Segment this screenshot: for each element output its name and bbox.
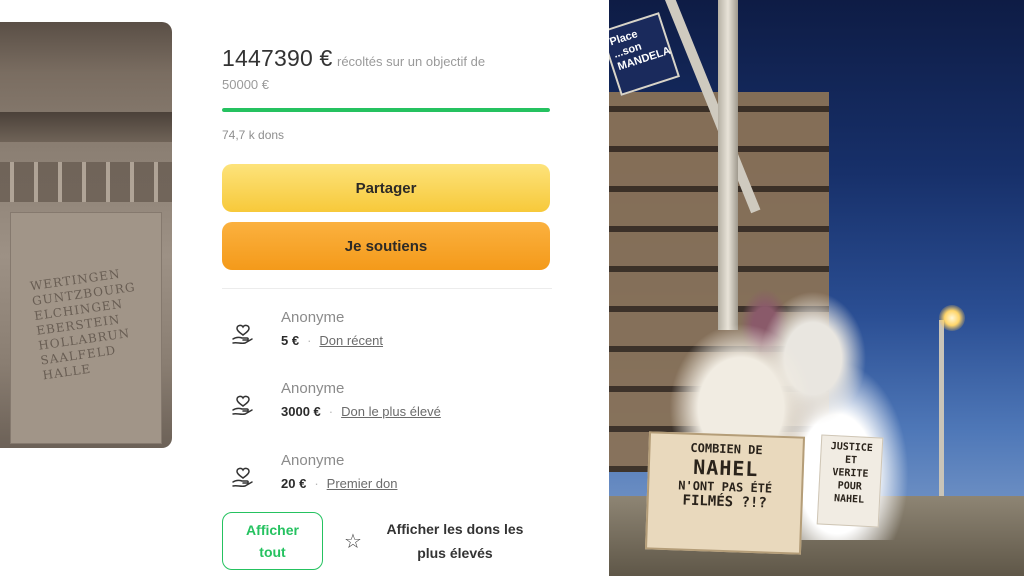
donors-count: 74,7 k dons <box>222 128 285 142</box>
show-all-button[interactable]: Afficher tout <box>222 512 323 570</box>
share-button[interactable]: Partager <box>222 164 550 212</box>
heart-hand-icon <box>232 395 253 416</box>
monument-frieze <box>0 162 172 202</box>
donor-name: Anonyme <box>281 380 345 397</box>
donation-tag-link[interactable]: Don le plus élevé <box>341 404 441 419</box>
donation-meta: 20 € · Premier don <box>281 476 397 491</box>
divider <box>222 288 552 289</box>
progress-bar <box>222 108 550 112</box>
separator-dot: · <box>328 404 334 419</box>
heart-hand-icon <box>232 324 253 345</box>
show-all-label: Afficher tout <box>246 519 299 563</box>
amount-summary: 1447390 € récoltés sur un objectif de <box>222 45 542 72</box>
separator-dot: · <box>307 333 312 348</box>
street-sign: Place ...son MANDELA <box>609 12 680 96</box>
protest-sign-small: JUSTICE ET VERITE POUR NAHEL <box>816 434 884 528</box>
donation-meta: 5 € · Don récent <box>281 333 383 348</box>
show-all-line1: Afficher <box>246 522 299 538</box>
monument-cornice <box>0 112 172 142</box>
donation-item: Anonyme 20 € · Premier don <box>222 452 552 508</box>
donor-name: Anonyme <box>281 452 345 469</box>
donation-meta: 3000 € · Don le plus élevé <box>281 404 441 419</box>
street-lamp-light <box>939 305 965 331</box>
monument-photo: WERTINGEN GUNTZBOURG ELCHINGEN EBERSTEIN… <box>0 22 172 448</box>
donation-amount: 3000 € <box>281 404 321 419</box>
memorial-photo: Place ...son MANDELA COMBIEN DE NAHEL N'… <box>609 0 1024 576</box>
donation-item: Anonyme 5 € · Don récent <box>222 309 552 365</box>
show-all-line2: tout <box>259 544 286 560</box>
donation-tag-link[interactable]: Premier don <box>327 476 398 491</box>
donation-item: Anonyme 3000 € · Don le plus élevé <box>222 380 552 436</box>
top-donations-line1: Afficher les dons les <box>386 521 524 537</box>
donation-amount: 5 € <box>281 333 300 348</box>
support-button[interactable]: Je soutiens <box>222 222 550 270</box>
protest-sign-main: COMBIEN DE NAHEL N'ONT PAS ÉTÉ FILMÉS ?!… <box>644 431 806 555</box>
donation-amount: 20 € <box>281 476 307 491</box>
progress-fill <box>222 108 550 112</box>
monument-inscription: WERTINGEN GUNTZBOURG ELCHINGEN EBERSTEIN… <box>29 266 137 383</box>
fundraiser-panel: 1447390 € récoltés sur un objectif de 50… <box>222 0 552 576</box>
star-icon: ☆ <box>344 530 362 553</box>
donation-tag-link[interactable]: Don récent <box>319 333 383 348</box>
heart-hand-icon <box>232 467 253 488</box>
separator-dot: · <box>314 476 319 491</box>
show-top-donations-button[interactable]: ☆ Afficher les dons les plus élevés <box>334 512 550 570</box>
goal-amount: 50000 € <box>222 77 269 92</box>
donor-name: Anonyme <box>281 309 345 326</box>
amount-raised: 1447390 € <box>222 45 333 71</box>
top-donations-line2: plus élevés <box>417 545 493 561</box>
amount-description: récoltés sur un objectif de <box>336 54 486 69</box>
show-top-donations-label: Afficher les dons les plus élevés <box>370 517 540 565</box>
